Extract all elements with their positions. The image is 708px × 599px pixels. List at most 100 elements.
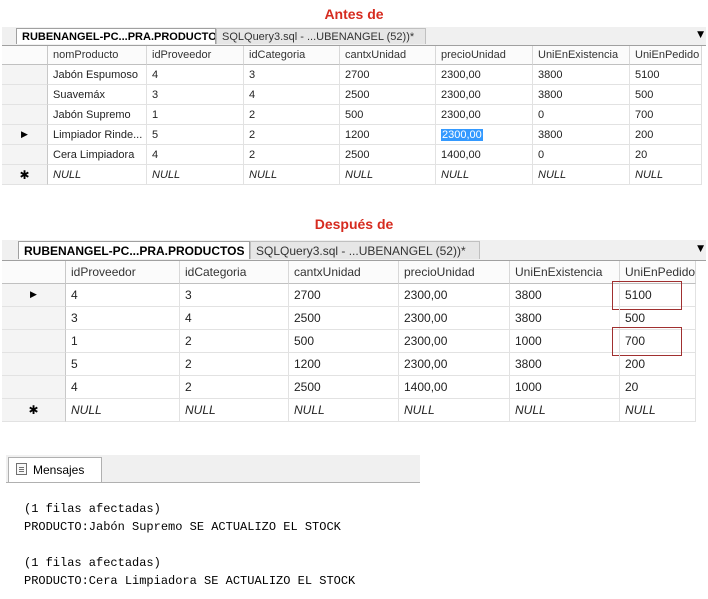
table-cell[interactable]: NULL: [340, 165, 436, 185]
table-cell[interactable]: 3: [180, 284, 289, 307]
table-cell[interactable]: 2500: [289, 376, 399, 399]
table-cell[interactable]: 0: [533, 145, 630, 165]
table-row[interactable]: Jabón Espumoso 4 3 2700 2300,00 3800 5100: [2, 65, 702, 85]
table-cell[interactable]: 3: [244, 65, 340, 85]
table-cell[interactable]: 1: [147, 105, 244, 125]
table-cell[interactable]: 0: [533, 105, 630, 125]
row-header[interactable]: [2, 105, 48, 125]
new-row[interactable]: ✱ NULL NULL NULL NULL NULL NULL NULL: [2, 165, 702, 185]
table-cell[interactable]: Jabón Espumoso: [48, 65, 147, 85]
table-cell[interactable]: 2: [244, 145, 340, 165]
row-header[interactable]: [2, 330, 66, 353]
tab-sql-query[interactable]: SQLQuery3.sql - ...UBENANGEL (52))*: [250, 241, 480, 259]
table-cell[interactable]: 1: [66, 330, 180, 353]
table-cell[interactable]: NULL: [510, 399, 620, 422]
table-cell[interactable]: 2: [180, 330, 289, 353]
table-cell[interactable]: 2700: [289, 284, 399, 307]
table-cell[interactable]: 500: [289, 330, 399, 353]
table-cell[interactable]: NULL: [48, 165, 147, 185]
table-cell[interactable]: 4: [66, 376, 180, 399]
column-header[interactable]: UniEnPedido: [620, 261, 696, 284]
table-cell[interactable]: NULL: [289, 399, 399, 422]
tab-productos-table[interactable]: RUBENANGEL-PC...PRA.PRODUCTOS: [18, 241, 250, 259]
table-cell[interactable]: 2300,00: [436, 65, 533, 85]
table-cell[interactable]: NULL: [244, 165, 340, 185]
table-cell[interactable]: 4: [244, 85, 340, 105]
row-header[interactable]: [2, 307, 66, 330]
table-cell[interactable]: 3800: [510, 284, 620, 307]
column-header[interactable]: idCategoria: [244, 46, 340, 65]
row-header[interactable]: [2, 353, 66, 376]
new-row[interactable]: ✱ NULL NULL NULL NULL NULL NULL: [2, 399, 696, 422]
table-cell[interactable]: NULL: [147, 165, 244, 185]
table-cell[interactable]: 20: [620, 376, 696, 399]
tab-sql-query[interactable]: SQLQuery3.sql - ...UBENANGEL (52))*: [216, 28, 426, 44]
table-cell[interactable]: 3800: [510, 353, 620, 376]
table-cell[interactable]: 2300,00: [436, 125, 533, 145]
table-cell[interactable]: 200: [620, 353, 696, 376]
new-row-asterisk-icon[interactable]: ✱: [2, 165, 48, 185]
column-header[interactable]: precioUnidad: [436, 46, 533, 65]
table-cell[interactable]: 20: [630, 145, 702, 165]
table-cell[interactable]: 1000: [510, 330, 620, 353]
table-cell[interactable]: 4: [147, 65, 244, 85]
column-header[interactable]: idCategoria: [180, 261, 289, 284]
table-row[interactable]: Cera Limpiadora 4 2 2500 1400,00 0 20: [2, 145, 702, 165]
table-cell[interactable]: 1400,00: [436, 145, 533, 165]
table-cell[interactable]: 5: [66, 353, 180, 376]
table-row[interactable]: 1 2 500 2300,00 1000 700: [2, 327, 696, 356]
table-cell[interactable]: 3: [147, 85, 244, 105]
table-cell[interactable]: 3800: [533, 65, 630, 85]
table-cell[interactable]: 1400,00: [399, 376, 510, 399]
table-cell[interactable]: 5: [147, 125, 244, 145]
column-header[interactable]: cantxUnidad: [340, 46, 436, 65]
row-pointer-icon[interactable]: ▶: [2, 125, 48, 145]
table-cell[interactable]: 2300,00: [399, 284, 510, 307]
table-row[interactable]: Suavemáx 3 4 2500 2300,00 3800 500: [2, 85, 702, 105]
row-pointer-icon[interactable]: ▶: [2, 284, 66, 307]
table-cell[interactable]: 1000: [510, 376, 620, 399]
table-row[interactable]: ▶ 4 3 2700 2300,00 3800 5100: [2, 281, 696, 310]
row-header[interactable]: [2, 145, 48, 165]
table-cell[interactable]: 2300,00: [399, 330, 510, 353]
tab-productos-table[interactable]: RUBENANGEL-PC...PRA.PRODUCTOS: [16, 28, 216, 44]
table-cell[interactable]: 4: [66, 284, 180, 307]
table-cell[interactable]: 2500: [340, 145, 436, 165]
table-cell[interactable]: Jabón Supremo: [48, 105, 147, 125]
table-cell[interactable]: NULL: [436, 165, 533, 185]
column-header[interactable]: nomProducto: [48, 46, 147, 65]
table-cell[interactable]: NULL: [399, 399, 510, 422]
table-cell[interactable]: 2: [180, 376, 289, 399]
table-row[interactable]: ▶ Limpiador Rinde... 5 2 1200 2300,00 3800 200: [2, 125, 702, 145]
table-cell[interactable]: 3800: [533, 125, 630, 145]
table-cell[interactable]: 4: [180, 307, 289, 330]
table-cell[interactable]: 2: [244, 125, 340, 145]
table-cell[interactable]: 3: [66, 307, 180, 330]
table-row[interactable]: 5 2 1200 2300,00 3800 200: [2, 353, 696, 376]
column-header[interactable]: idProveedor: [147, 46, 244, 65]
table-cell[interactable]: 2500: [340, 85, 436, 105]
row-header[interactable]: [2, 376, 66, 399]
table-cell[interactable]: 2: [180, 353, 289, 376]
table-cell[interactable]: 2300,00: [399, 353, 510, 376]
table-cell[interactable]: 4: [147, 145, 244, 165]
column-header[interactable]: cantxUnidad: [289, 261, 399, 284]
table-cell[interactable]: 1200: [340, 125, 436, 145]
table-cell[interactable]: Cera Limpiadora: [48, 145, 147, 165]
table-cell[interactable]: 2300,00: [399, 307, 510, 330]
table-cell[interactable]: NULL: [533, 165, 630, 185]
table-row[interactable]: Jabón Supremo 1 2 500 2300,00 0 700: [2, 105, 702, 125]
new-row-asterisk-icon[interactable]: ✱: [2, 399, 66, 422]
table-cell[interactable]: NULL: [66, 399, 180, 422]
row-header[interactable]: [2, 65, 48, 85]
table-cell[interactable]: 2: [244, 105, 340, 125]
table-cell[interactable]: 1200: [289, 353, 399, 376]
table-cell[interactable]: Limpiador Rinde...: [48, 125, 147, 145]
column-header[interactable]: precioUnidad: [399, 261, 510, 284]
table-cell[interactable]: 700: [630, 105, 702, 125]
table-cell[interactable]: 700: [620, 330, 696, 353]
chevron-down-icon[interactable]: ▼: [697, 30, 704, 40]
table-cell[interactable]: 500: [340, 105, 436, 125]
table-cell[interactable]: NULL: [630, 165, 702, 185]
tab-messages[interactable]: Mensajes: [8, 457, 102, 482]
